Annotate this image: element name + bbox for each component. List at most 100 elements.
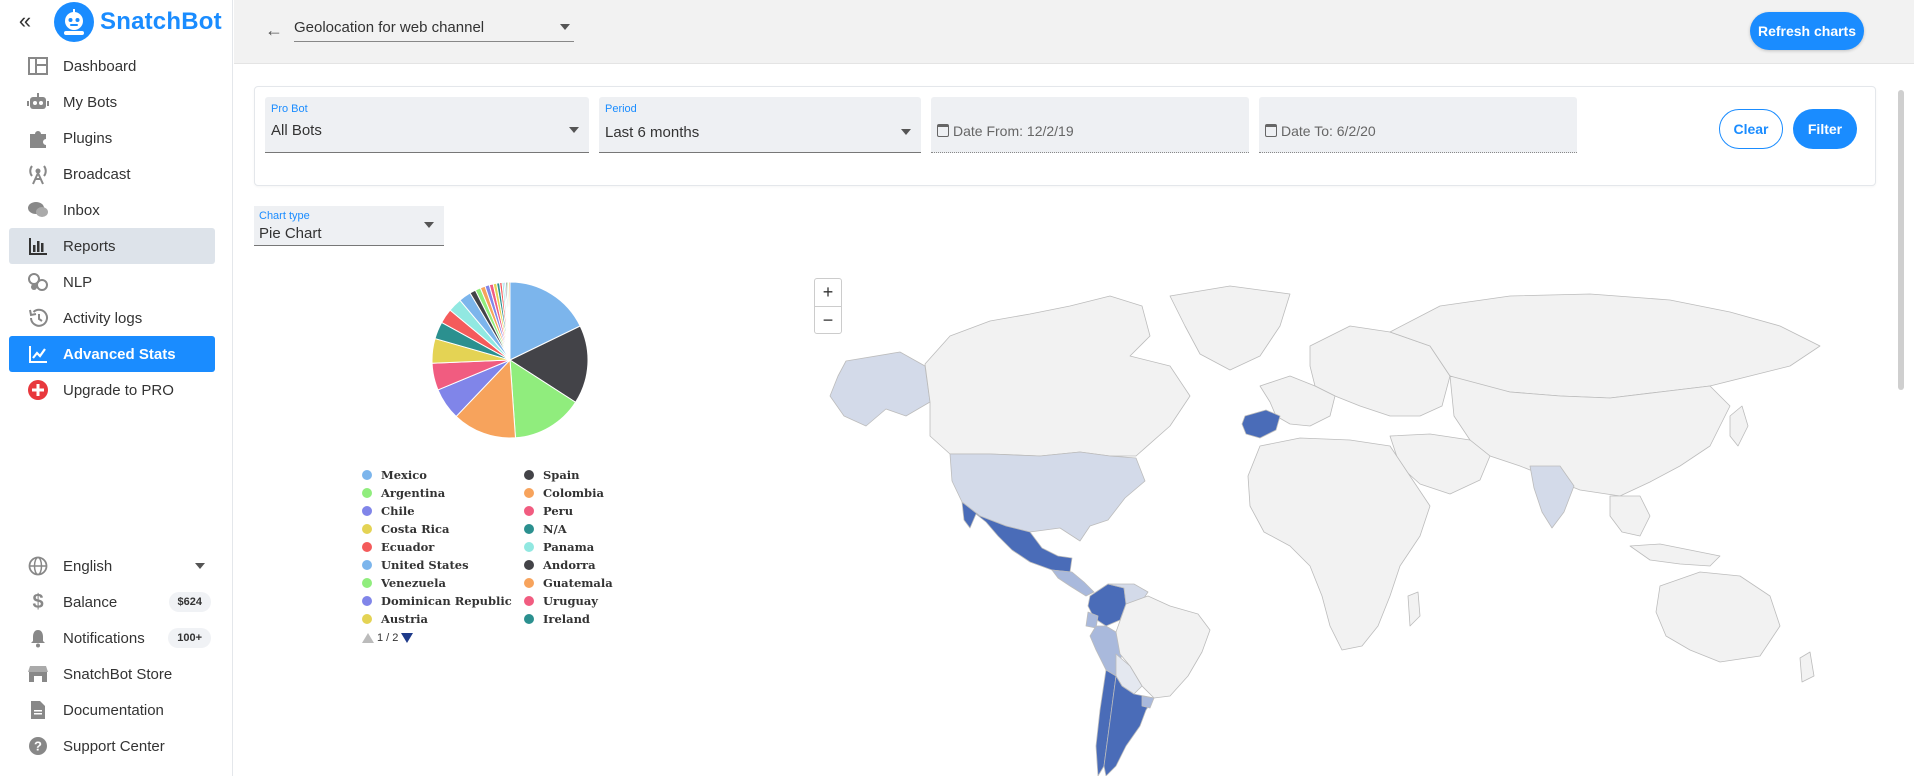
legend-swatch: [362, 506, 372, 516]
region-spain: [1241, 409, 1281, 439]
legend-swatch: [524, 488, 534, 498]
balance-label: Balance: [63, 593, 118, 611]
legend-item[interactable]: Guatemala: [524, 574, 613, 592]
nav-upgrade-pro[interactable]: Upgrade to PRO: [9, 372, 215, 408]
language-label: English: [63, 557, 113, 575]
logo[interactable]: SnatchBot: [54, 2, 222, 42]
legend-label: Panama: [543, 540, 595, 554]
back-arrow-icon[interactable]: ←: [264, 20, 284, 41]
chart-type-select[interactable]: Chart type Pie Chart: [254, 206, 444, 246]
nav-my-bots[interactable]: My Bots: [9, 84, 215, 120]
legend-label: Colombia: [543, 486, 604, 500]
notifications-badge: 100+: [168, 628, 211, 648]
page-scrollbar[interactable]: [1898, 90, 1904, 390]
nav-reports[interactable]: Reports: [9, 228, 215, 264]
nav-balance[interactable]: $ Balance $624: [9, 584, 215, 620]
legend-label: Mexico: [381, 468, 427, 482]
document-icon: [27, 699, 49, 721]
dashboard-icon: [27, 55, 49, 77]
nav-label: Reports: [63, 237, 116, 255]
legend-item[interactable]: Venezuela: [362, 574, 512, 592]
legend-item[interactable]: Spain: [524, 466, 613, 484]
legend-label: Ireland: [543, 612, 590, 626]
legend-item[interactable]: Dominican Republic: [362, 592, 512, 610]
legend-label: Andorra: [543, 558, 596, 572]
nlp-icon: [27, 271, 49, 293]
legend-item[interactable]: Colombia: [524, 484, 613, 502]
nav-nlp[interactable]: NLP: [9, 264, 215, 300]
region-madagascar: [1407, 591, 1421, 627]
legend-item[interactable]: Uruguay: [524, 592, 613, 610]
zoom-in-button[interactable]: +: [815, 279, 841, 306]
date-to-value: Date To: 6/2/20: [1281, 123, 1376, 139]
nav-store[interactable]: SnatchBot Store: [9, 656, 215, 692]
legend-item[interactable]: Peru: [524, 502, 613, 520]
chevron-down-icon: [560, 24, 570, 30]
main-nav: Dashboard My Bots Plugins Broadcast Inbo…: [9, 48, 215, 408]
legend-item[interactable]: Costa Rica: [362, 520, 512, 538]
pro-bot-select[interactable]: Pro Bot All Bots: [265, 97, 589, 153]
legend-item[interactable]: Austria: [362, 610, 512, 628]
legend-item[interactable]: N/A: [524, 520, 613, 538]
help-circle-icon: ?: [27, 735, 49, 757]
balance-badge: $624: [168, 592, 211, 612]
nav-label: Dashboard: [63, 57, 137, 75]
legend-label: Argentina: [381, 486, 446, 500]
date-from-field[interactable]: Date From: 12/2/19: [931, 97, 1249, 153]
legend-item[interactable]: Chile: [362, 502, 512, 520]
filter-button[interactable]: Filter: [1793, 109, 1857, 149]
collapse-sidebar-icon[interactable]: «: [14, 8, 36, 34]
bottom-nav: English $ Balance $624 Notifications 100…: [9, 548, 215, 764]
clear-button[interactable]: Clear: [1719, 109, 1783, 149]
region-australia: [1655, 571, 1781, 663]
legend-label: United States: [381, 558, 469, 572]
pager-up-icon[interactable]: [362, 633, 374, 643]
legend-swatch: [362, 470, 372, 480]
sidebar: « SnatchBot Dashboard My Bots Plugins Br…: [0, 0, 233, 776]
chart-type-label: Chart type: [259, 210, 310, 222]
legend-label: Uruguay: [543, 594, 598, 608]
documentation-label: Documentation: [63, 701, 164, 719]
nav-activity-logs[interactable]: Activity logs: [9, 300, 215, 336]
nav-notifications[interactable]: Notifications 100+: [9, 620, 215, 656]
period-select[interactable]: Period Last 6 months: [599, 97, 921, 153]
puzzle-icon: [27, 127, 49, 149]
legend-label: Costa Rica: [381, 522, 450, 536]
nav-advanced-stats[interactable]: Advanced Stats: [9, 336, 215, 372]
nav-label: NLP: [63, 273, 93, 291]
nav-label: Broadcast: [63, 165, 131, 183]
legend-item[interactable]: Ireland: [524, 610, 613, 628]
language-select[interactable]: English: [9, 548, 215, 584]
legend-label: Ecuador: [381, 540, 435, 554]
nav-documentation[interactable]: Documentation: [9, 692, 215, 728]
legend-item[interactable]: Panama: [524, 538, 613, 556]
legend-label: Spain: [543, 468, 580, 482]
nav-inbox[interactable]: Inbox: [9, 192, 215, 228]
store-label: SnatchBot Store: [63, 665, 173, 683]
zoom-out-button[interactable]: −: [815, 306, 841, 333]
nav-broadcast[interactable]: Broadcast: [9, 156, 215, 192]
legend-swatch: [362, 524, 372, 534]
legend-item[interactable]: United States: [362, 556, 512, 574]
chevron-down-icon: [424, 222, 434, 228]
pager-down-icon[interactable]: [401, 633, 414, 643]
refresh-charts-button[interactable]: Refresh charts: [1750, 12, 1864, 50]
nav-dashboard[interactable]: Dashboard: [9, 48, 215, 84]
legend-column: Mexico Argentina Chile Costa Rica Ecuador Uni…: [362, 466, 512, 628]
broadcast-icon: [27, 163, 49, 185]
world-map[interactable]: [790, 266, 1880, 776]
legend-item[interactable]: Ecuador: [362, 538, 512, 556]
date-to-field[interactable]: Date To: 6/2/20: [1259, 97, 1577, 153]
legend-item[interactable]: Argentina: [362, 484, 512, 502]
history-icon: [27, 307, 49, 329]
pro-bot-value: All Bots: [271, 122, 322, 139]
region-central-america: [1051, 569, 1095, 597]
legend-item[interactable]: Andorra: [524, 556, 613, 574]
legend-item[interactable]: Mexico: [362, 466, 512, 484]
nav-label: My Bots: [63, 93, 118, 111]
store-icon: [27, 663, 49, 685]
chevron-down-icon: [195, 563, 205, 569]
nav-plugins[interactable]: Plugins: [9, 120, 215, 156]
nav-support[interactable]: ? Support Center: [9, 728, 215, 764]
report-select[interactable]: Geolocation for web channel: [294, 14, 574, 42]
